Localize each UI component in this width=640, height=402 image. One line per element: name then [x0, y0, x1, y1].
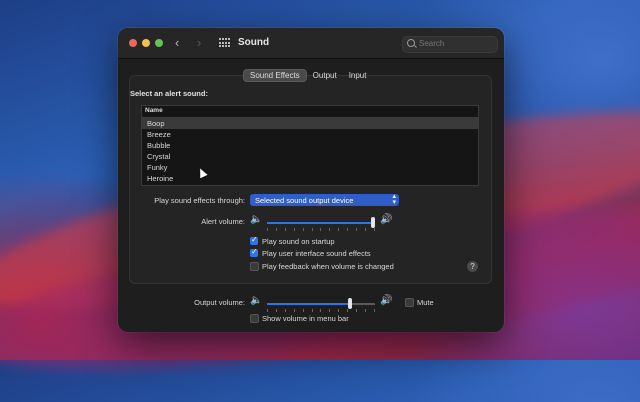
- tab-bar: Sound Effects Output Input: [243, 68, 373, 82]
- play-through-label: Play sound effects through:: [154, 196, 245, 205]
- startup-sound-checkbox[interactable]: [250, 235, 258, 245]
- show-all-grid-icon[interactable]: [219, 38, 230, 48]
- help-button[interactable]: ?: [467, 261, 478, 272]
- alert-volume-label: Alert volume:: [201, 217, 245, 226]
- output-volume-label: Output volume:: [194, 298, 245, 307]
- output-device-popup[interactable]: Selected sound output device ▴ ▾: [250, 193, 399, 206]
- volume-feedback-label: Play feedback when volume is changed: [262, 262, 394, 271]
- forward-chevron-icon[interactable]: ›: [197, 35, 201, 50]
- slider-thumb[interactable]: [348, 298, 352, 309]
- menu-bar-volume-label: Show volume in menu bar: [262, 314, 349, 323]
- slider-ticks: [267, 309, 375, 312]
- window-title: Sound: [238, 37, 270, 48]
- search-field[interactable]: Search: [402, 36, 498, 53]
- slider-thumb[interactable]: [371, 217, 375, 228]
- speaker-low-icon: 🔈: [250, 295, 263, 306]
- speaker-high-icon: 🔊: [380, 295, 393, 306]
- output-volume-slider[interactable]: [267, 298, 375, 312]
- list-item[interactable]: Funky: [142, 162, 478, 173]
- zoom-button[interactable]: [155, 39, 163, 47]
- alert-sound-list[interactable]: Name Boop Breeze Bubble Crystal Funky He…: [141, 105, 479, 186]
- list-item[interactable]: Boop: [142, 118, 478, 129]
- tab-input[interactable]: Input: [343, 70, 373, 81]
- slider-fill: [267, 222, 373, 224]
- back-chevron-icon[interactable]: ‹: [175, 35, 179, 50]
- list-item[interactable]: Crystal: [142, 151, 478, 162]
- list-column-header[interactable]: Name: [142, 106, 478, 118]
- slider-ticks: [267, 228, 375, 231]
- menu-bar-volume-checkbox[interactable]: [250, 314, 259, 323]
- mute-label: Mute: [417, 298, 434, 307]
- slider-fill: [267, 303, 350, 305]
- search-placeholder: Search: [419, 39, 445, 48]
- search-icon: [407, 39, 415, 47]
- popup-value: Selected sound output device: [255, 195, 354, 205]
- ui-sound-effects-label: Play user interface sound effects: [262, 249, 371, 258]
- mute-checkbox[interactable]: [405, 298, 414, 307]
- list-item[interactable]: Bubble: [142, 140, 478, 151]
- minimize-button[interactable]: [142, 39, 150, 47]
- list-item[interactable]: Breeze: [142, 129, 478, 140]
- startup-sound-label: Play sound on startup: [262, 237, 335, 246]
- alert-volume-slider[interactable]: [267, 217, 375, 231]
- tab-sound-effects[interactable]: Sound Effects: [243, 68, 307, 82]
- close-button[interactable]: [129, 39, 137, 47]
- list-item[interactable]: Heroine: [142, 173, 478, 184]
- popup-chevrons-icon: ▴ ▾: [392, 193, 396, 206]
- titlebar: ‹ › Sound Search: [118, 28, 504, 59]
- speaker-low-icon: 🔈: [250, 214, 263, 225]
- speaker-high-icon: 🔊: [380, 214, 393, 225]
- ui-sound-effects-checkbox[interactable]: [250, 247, 258, 257]
- alert-sound-label: Select an alert sound:: [130, 89, 208, 98]
- volume-feedback-checkbox[interactable]: [250, 262, 259, 271]
- sound-preferences-window: ‹ › Sound Search Sound Effects Output In…: [118, 28, 504, 332]
- tab-output[interactable]: Output: [307, 70, 343, 81]
